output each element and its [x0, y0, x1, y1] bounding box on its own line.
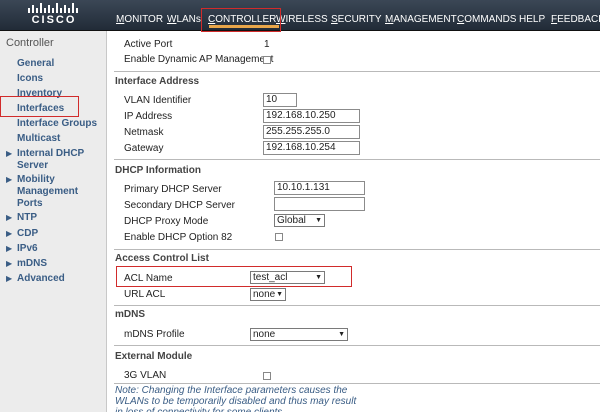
- sidebar-item-inventory[interactable]: Inventory: [17, 88, 62, 100]
- secondary-dhcp-label: Secondary DHCP Server: [124, 200, 235, 211]
- main-menu: MONITOR WLANs CONTROLLER WIRELESS SECURI…: [0, 0, 600, 31]
- mdns-heading: mDNS: [115, 309, 146, 320]
- sidebar-item-multicast[interactable]: Multicast: [17, 133, 60, 145]
- dropdown-arrow-icon: ▼: [338, 331, 345, 338]
- sidebar: Controller General Icons Inventory Inter…: [0, 31, 107, 412]
- access-control-list-heading: Access Control List: [115, 253, 209, 264]
- sidebar-item-advanced[interactable]: ▶ Advanced: [6, 273, 65, 285]
- dynamic-ap-label: Enable Dynamic AP Management: [124, 54, 274, 65]
- vlan-identifier-field[interactable]: 10: [263, 93, 297, 107]
- menu-wlans[interactable]: WLANs: [167, 14, 201, 26]
- 3g-vlan-label: 3G VLAN: [124, 370, 167, 381]
- section-divider: [114, 71, 600, 72]
- expand-caret-icon: ▶: [6, 213, 13, 222]
- section-divider: [114, 249, 600, 250]
- url-acl-label: URL ACL: [124, 289, 166, 300]
- dropdown-arrow-icon: ▼: [315, 217, 322, 224]
- vlan-identifier-label: VLAN Identifier: [124, 95, 192, 106]
- sidebar-item-icons[interactable]: Icons: [17, 73, 43, 85]
- menu-feedback[interactable]: FEEDBACK: [551, 14, 600, 26]
- menu-wireless[interactable]: WIRELESS: [276, 14, 328, 26]
- interface-edit-form: Active Port 1 Enable Dynamic AP Manageme…: [108, 31, 600, 412]
- expand-caret-icon: ▶: [6, 229, 13, 238]
- menu-help[interactable]: HELP: [519, 14, 545, 26]
- interface-change-note: Note: Changing the Interface parameters …: [115, 385, 357, 412]
- sidebar-title: Controller: [6, 37, 54, 49]
- section-divider: [114, 305, 600, 306]
- primary-dhcp-label: Primary DHCP Server: [124, 184, 222, 195]
- expand-caret-icon: ▶: [6, 175, 13, 184]
- active-port-label: Active Port: [124, 39, 173, 50]
- dhcp-proxy-mode-label: DHCP Proxy Mode: [124, 216, 209, 227]
- acl-name-label: ACL Name: [124, 273, 173, 284]
- acl-name-select[interactable]: test_acl ▼: [250, 271, 325, 284]
- dropdown-arrow-icon: ▼: [315, 274, 322, 281]
- section-divider: [114, 383, 600, 384]
- top-navigation-bar: CISCO MONITOR WLANs CONTROLLER WIRELESS …: [0, 0, 600, 31]
- sidebar-item-ipv6[interactable]: ▶ IPv6: [6, 243, 38, 255]
- dynamic-ap-checkbox[interactable]: [263, 56, 271, 64]
- menu-monitor[interactable]: MONITOR: [116, 14, 163, 26]
- sidebar-item-general[interactable]: General: [17, 58, 54, 70]
- gateway-label: Gateway: [124, 143, 164, 154]
- 3g-vlan-checkbox[interactable]: [263, 372, 271, 380]
- dropdown-arrow-icon: ▼: [276, 291, 283, 298]
- expand-caret-icon: ▶: [6, 259, 13, 268]
- expand-caret-icon: ▶: [6, 244, 13, 253]
- menu-management[interactable]: MANAGEMENT: [385, 14, 457, 26]
- dhcp-option82-checkbox[interactable]: [275, 233, 283, 241]
- sidebar-item-internal-dhcp-server[interactable]: ▶ Internal DHCP Server: [6, 148, 84, 172]
- sidebar-item-mobility-management[interactable]: ▶ Mobility Management: [6, 174, 78, 198]
- expand-caret-icon: ▶: [6, 274, 13, 283]
- menu-security[interactable]: SECURITY: [331, 14, 382, 26]
- primary-dhcp-field[interactable]: 10.10.1.131: [274, 181, 365, 195]
- sidebar-item-ntp[interactable]: ▶ NTP: [6, 212, 37, 224]
- url-acl-select[interactable]: none ▼: [250, 288, 286, 301]
- section-divider: [114, 345, 600, 346]
- sidebar-item-interface-groups[interactable]: Interface Groups: [17, 118, 97, 130]
- gateway-field[interactable]: 192.168.10.254: [263, 141, 360, 155]
- mdns-profile-label: mDNS Profile: [124, 329, 185, 340]
- expand-caret-icon: ▶: [6, 149, 13, 158]
- dhcp-information-heading: DHCP Information: [115, 165, 201, 176]
- sidebar-item-cdp[interactable]: ▶ CDP: [6, 228, 38, 240]
- ip-address-field[interactable]: 192.168.10.250: [263, 109, 360, 123]
- secondary-dhcp-field[interactable]: [274, 197, 365, 211]
- sidebar-item-mdns[interactable]: ▶ mDNS: [6, 258, 47, 270]
- menu-commands[interactable]: COMMANDS: [457, 14, 516, 26]
- mdns-profile-select[interactable]: none ▼: [250, 328, 348, 341]
- section-divider: [114, 159, 600, 160]
- active-menu-indicator: [209, 25, 279, 28]
- active-port-value: 1: [264, 39, 270, 50]
- dhcp-proxy-mode-select[interactable]: Global ▼: [274, 214, 325, 227]
- netmask-field[interactable]: 255.255.255.0: [263, 125, 360, 139]
- external-module-heading: External Module: [115, 351, 193, 362]
- ip-address-label: IP Address: [124, 111, 173, 122]
- sidebar-item-interfaces[interactable]: Interfaces: [17, 103, 64, 115]
- netmask-label: Netmask: [124, 127, 164, 138]
- dhcp-option82-label: Enable DHCP Option 82: [124, 232, 233, 243]
- sidebar-item-ports[interactable]: Ports: [17, 198, 43, 210]
- interface-address-heading: Interface Address: [115, 76, 200, 87]
